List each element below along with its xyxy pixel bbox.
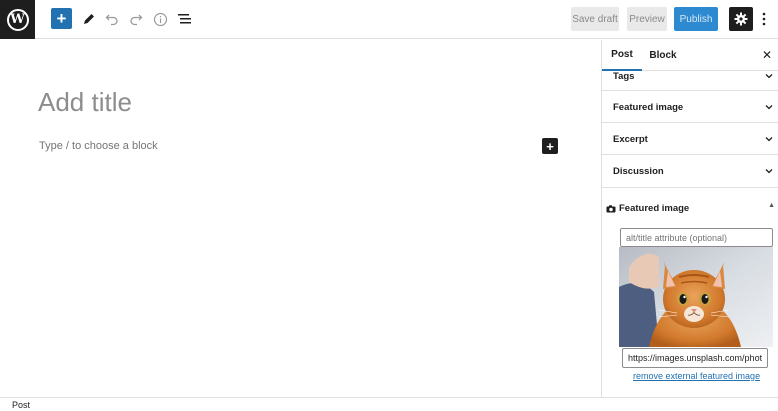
external-featured-image-title: Featured image [619, 203, 690, 214]
panel-featured-image-label: Featured image [613, 102, 684, 113]
undo-button[interactable] [101, 8, 123, 30]
external-featured-image-header[interactable]: Featured image [606, 203, 689, 214]
panel-discussion[interactable]: Discussion [602, 155, 778, 188]
chevron-down-icon [765, 169, 773, 174]
sidebar-tabs: Post Block ✕ [602, 40, 778, 71]
settings-button[interactable] [729, 7, 753, 31]
close-icon: ✕ [761, 48, 773, 62]
external-featured-image-panel: Featured image ▲ alt/title attribute (op… [602, 188, 778, 397]
add-block-button[interactable]: + [51, 8, 72, 29]
more-vertical-icon [762, 12, 766, 26]
tab-post[interactable]: Post [602, 40, 642, 71]
close-sidebar-button[interactable]: ✕ [761, 48, 773, 62]
preview-button[interactable]: Preview [627, 7, 667, 31]
tools-button[interactable] [78, 8, 100, 30]
chevron-down-icon [765, 74, 773, 79]
block-placeholder[interactable]: Type / to choose a block [39, 140, 158, 152]
panel-discussion-label: Discussion [613, 166, 664, 177]
remove-external-image-link[interactable]: remove external featured image [633, 371, 760, 381]
image-url-input[interactable] [622, 348, 768, 368]
save-draft-button[interactable]: Save draft [571, 7, 619, 31]
tab-block[interactable]: Block [645, 40, 681, 71]
undo-icon [105, 14, 118, 26]
chevron-down-icon [765, 105, 773, 110]
post-title-input[interactable]: Add title [38, 87, 132, 118]
details-button[interactable] [149, 8, 171, 30]
camera-icon [606, 204, 616, 212]
publish-button[interactable]: Publish [674, 7, 718, 31]
footer-breadcrumb-bar: Post [0, 397, 778, 411]
breadcrumb-post[interactable]: Post [12, 400, 30, 410]
caret-up-icon[interactable]: ▲ [768, 202, 775, 209]
wordpress-logo-icon: W [6, 8, 29, 31]
redo-button[interactable] [125, 8, 147, 30]
top-toolbar: W + Save draft Preview Publish [0, 0, 778, 39]
wordpress-editor: W + Save draft Preview Publish Add title… [0, 0, 778, 411]
settings-sidebar: Post Block ✕ Tags Featured image Excerpt… [601, 40, 778, 397]
pencil-icon [84, 14, 94, 24]
panel-excerpt-label: Excerpt [613, 134, 648, 145]
alt-text-input[interactable] [620, 228, 773, 247]
editor-canvas: Add title Type / to choose a block + [0, 40, 601, 397]
wordpress-logo-button[interactable]: W [0, 0, 35, 39]
inline-add-block-button[interactable]: + [542, 138, 558, 154]
redo-icon [130, 14, 143, 26]
chevron-down-icon [765, 137, 773, 142]
info-icon [153, 12, 167, 26]
more-options-button[interactable] [759, 9, 769, 29]
featured-image-preview [619, 247, 773, 347]
list-view-icon [177, 14, 191, 24]
panel-excerpt[interactable]: Excerpt [602, 123, 778, 155]
cat-photo [619, 247, 773, 347]
gear-icon [734, 12, 748, 26]
panel-tags[interactable]: Tags [602, 71, 778, 91]
panel-tags-label: Tags [613, 71, 635, 82]
list-view-button[interactable] [173, 8, 195, 30]
panel-featured-image[interactable]: Featured image [602, 91, 778, 123]
